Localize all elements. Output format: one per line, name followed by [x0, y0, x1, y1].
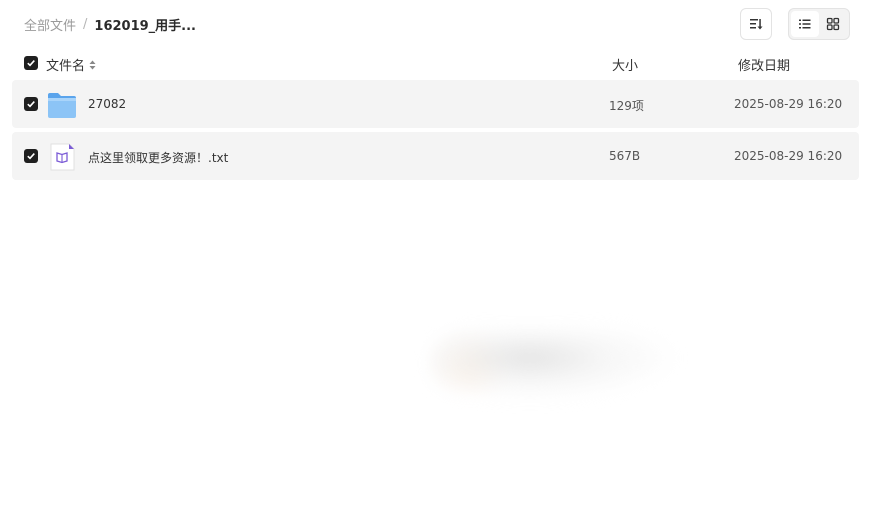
blurred-artifact: [430, 330, 680, 400]
check-icon: [27, 101, 35, 108]
file-date: 2025-08-29 16:20: [734, 149, 843, 163]
date-column-header: 修改日期: [738, 59, 791, 74]
file-name[interactable]: 点这里领取更多资源！.txt: [88, 149, 228, 166]
file-name[interactable]: 27082: [88, 97, 126, 111]
size-column-header: 大小: [612, 59, 639, 74]
folder-icon: [48, 93, 76, 118]
list-view-icon: [799, 19, 811, 29]
table-header: 文件名 大小 修改日期: [0, 52, 874, 76]
file-date: 2025-08-29 16:20: [734, 97, 843, 111]
breadcrumb-root-link[interactable]: 全部文件: [24, 15, 76, 34]
breadcrumb-separator: /: [83, 17, 88, 32]
breadcrumb-current: 162019_用手...: [94, 19, 196, 34]
text-file-icon: [50, 143, 75, 171]
list-view-button[interactable]: [791, 11, 819, 37]
table-row[interactable]: 点这里领取更多资源！.txt 567B 2025-08-29 16:20: [12, 132, 859, 180]
top-bar: 全部文件 / 162019_用手...: [0, 0, 874, 48]
sort-button[interactable]: [740, 8, 772, 40]
sort-icon: [750, 19, 763, 30]
breadcrumb: 全部文件 / 162019_用手...: [24, 15, 196, 34]
name-column-label: 文件名: [46, 59, 86, 74]
check-icon: [27, 60, 35, 67]
grid-view-icon: [826, 17, 840, 31]
check-icon: [27, 153, 35, 160]
grid-view-button[interactable]: [819, 11, 847, 37]
sort-arrows-icon: [89, 60, 96, 70]
select-all-checkbox[interactable]: [24, 56, 38, 70]
row-checkbox[interactable]: [24, 97, 38, 111]
row-checkbox[interactable]: [24, 149, 38, 163]
file-size: 567B: [609, 149, 641, 163]
table-row[interactable]: 27082 129项 2025-08-29 16:20: [12, 80, 859, 128]
name-column-header[interactable]: 文件名: [46, 55, 96, 74]
view-toggle: [788, 8, 850, 40]
file-size: 129项: [609, 99, 644, 113]
